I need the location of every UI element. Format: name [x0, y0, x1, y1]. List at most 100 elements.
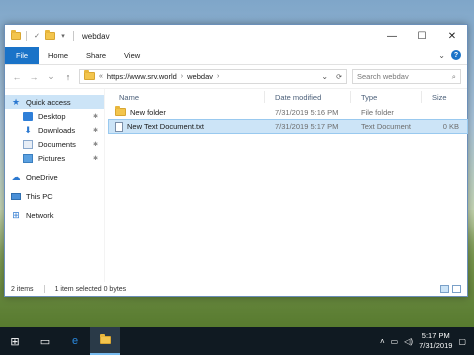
clock-date: 7/31/2019 [419, 341, 453, 350]
expand-ribbon-icon[interactable]: ⌄ [438, 51, 445, 60]
file-row[interactable]: New Text Document.txt 7/31/2019 5:17 PM … [108, 119, 468, 134]
address-dropdown-icon[interactable]: ⌄ [321, 72, 328, 81]
sidebar-item-this-pc[interactable]: This PC [5, 189, 104, 203]
file-type: File folder [361, 108, 394, 117]
file-name: New folder [130, 108, 166, 117]
navigation-pane: ★ Quick access Desktop ✱ ⬇ Downloads ✱ D… [5, 89, 105, 282]
close-button[interactable]: ✕ [437, 25, 467, 47]
documents-icon [23, 139, 33, 149]
file-row[interactable]: New folder 7/31/2019 5:16 PM File folder [109, 105, 467, 119]
toolbar-divider [73, 31, 74, 41]
sidebar-item-documents[interactable]: Documents ✱ [5, 137, 104, 151]
column-header-type[interactable]: Type [351, 91, 422, 103]
sidebar-item-downloads[interactable]: ⬇ Downloads ✱ [5, 123, 104, 137]
sidebar-item-desktop[interactable]: Desktop ✱ [5, 109, 104, 123]
view-toggles [440, 285, 461, 293]
content-area: ★ Quick access Desktop ✱ ⬇ Downloads ✱ D… [5, 89, 468, 282]
column-header-size[interactable]: Size [422, 91, 465, 103]
folder-icon [115, 105, 126, 118]
start-icon[interactable]: ⊞ [0, 327, 30, 355]
chevron-right-icon[interactable]: › [181, 73, 183, 80]
file-size: 0 KB [442, 122, 459, 131]
sidebar-item-label: Desktop [38, 111, 66, 121]
quick-access-toolbar: ✓ ▾ [5, 30, 76, 41]
file-name: New Text Document.txt [127, 122, 204, 131]
chevron-up-icon[interactable]: ˄ [380, 337, 385, 346]
window-title: webdav [82, 31, 110, 41]
maximize-button[interactable]: ☐ [407, 25, 437, 47]
refresh-icon[interactable]: ⟳ [336, 73, 342, 81]
details-view-icon[interactable] [440, 285, 449, 293]
toolbar-divider [26, 31, 27, 41]
sidebar-item-label: Network [26, 210, 54, 220]
new-folder-icon[interactable] [45, 30, 55, 41]
sidebar-item-network[interactable]: ⊞ Network [5, 208, 104, 222]
file-explorer-window: ✓ ▾ webdav — ☐ ✕ File Home Share View ⌄ … [4, 24, 468, 297]
computer-icon [11, 192, 21, 200]
network-icon: ⊞ [12, 209, 20, 220]
pin-icon[interactable]: ✱ [93, 127, 98, 134]
pin-icon[interactable]: ✱ [93, 155, 98, 162]
status-bar: 2 items 1 item selected 0 bytes [5, 282, 467, 296]
file-list-pane: Name Date modified Type Size New folder … [105, 89, 468, 282]
help-icon[interactable]: ? [451, 50, 461, 60]
up-icon[interactable]: ↑ [62, 72, 74, 82]
large-icons-view-icon[interactable] [452, 285, 461, 293]
chevron-right-icon[interactable]: › [217, 73, 219, 80]
status-item-count: 2 items [11, 285, 34, 293]
overflow-crumb[interactable]: « [99, 73, 103, 80]
pin-icon[interactable]: ✱ [93, 141, 98, 148]
file-date: 7/31/2019 5:17 PM [275, 122, 339, 131]
file-explorer-taskbar-icon[interactable] [90, 327, 120, 355]
ribbon-right-controls: ⌄ ? [438, 50, 461, 60]
back-icon[interactable]: ← [11, 72, 23, 82]
clock[interactable]: 5:17 PM 7/31/2019 [419, 331, 452, 351]
sidebar-item-label: Quick access [26, 97, 71, 107]
address-bar[interactable]: « https://www.srv.world › webdav › ⌄ ⟳ [79, 69, 347, 84]
column-header-date[interactable]: Date modified [265, 91, 351, 103]
window-controls: — ☐ ✕ [377, 25, 467, 47]
minimize-button[interactable]: — [377, 25, 407, 47]
status-divider [43, 285, 45, 293]
volume-icon[interactable]: ◁) [404, 337, 413, 346]
sidebar-item-quick-access[interactable]: ★ Quick access [5, 95, 104, 109]
system-tray: ˄ ▭ ◁) 5:17 PM 7/31/2019 ▢ [380, 331, 474, 351]
tab-file[interactable]: File [5, 47, 39, 64]
sidebar-item-label: This PC [26, 191, 53, 201]
download-icon: ⬇ [24, 124, 32, 135]
tab-home[interactable]: Home [39, 47, 77, 64]
customize-toolbar-icon[interactable]: ▾ [58, 32, 68, 41]
pictures-icon [23, 153, 33, 163]
search-icon: ⌕ [451, 71, 456, 81]
file-type: Text Document [361, 122, 412, 131]
tab-view[interactable]: View [115, 47, 149, 64]
task-view-icon[interactable]: ▭ [30, 327, 60, 355]
sidebar-item-label: Documents [38, 139, 76, 149]
edge-icon[interactable]: e [60, 327, 90, 355]
forward-icon[interactable]: → [28, 72, 40, 82]
file-name-cell: New Text Document.txt [109, 121, 265, 132]
breadcrumb-webdav[interactable]: webdav [187, 72, 213, 81]
search-placeholder: Search webdav [357, 72, 409, 81]
clock-time: 5:17 PM [421, 331, 450, 340]
file-name-cell: New folder [109, 105, 265, 118]
title-bar[interactable]: ✓ ▾ webdav — ☐ ✕ [5, 25, 467, 47]
desktop-icon [23, 111, 33, 121]
folder-icon [84, 69, 95, 82]
column-header-name[interactable]: Name [109, 91, 265, 103]
folder-icon [11, 30, 21, 41]
sidebar-item-onedrive[interactable]: ☁ OneDrive [5, 170, 104, 184]
recent-locations-icon[interactable]: ⌄ [45, 71, 57, 82]
tab-share[interactable]: Share [77, 47, 115, 64]
properties-icon[interactable]: ✓ [32, 32, 42, 41]
breadcrumb-srv-world[interactable]: https://www.srv.world [107, 72, 177, 81]
network-tray-icon[interactable]: ▭ [391, 337, 399, 346]
pin-icon[interactable]: ✱ [93, 113, 98, 120]
star-icon: ★ [11, 96, 21, 107]
sidebar-item-pictures[interactable]: Pictures ✱ [5, 151, 104, 165]
sidebar-item-label: Downloads [38, 125, 76, 135]
search-input[interactable]: Search webdav ⌕ [352, 69, 461, 84]
ribbon-tabs: File Home Share View ⌄ ? [5, 47, 467, 65]
status-selection: 1 item selected 0 bytes [54, 285, 127, 293]
notifications-icon[interactable]: ▢ [458, 337, 466, 346]
